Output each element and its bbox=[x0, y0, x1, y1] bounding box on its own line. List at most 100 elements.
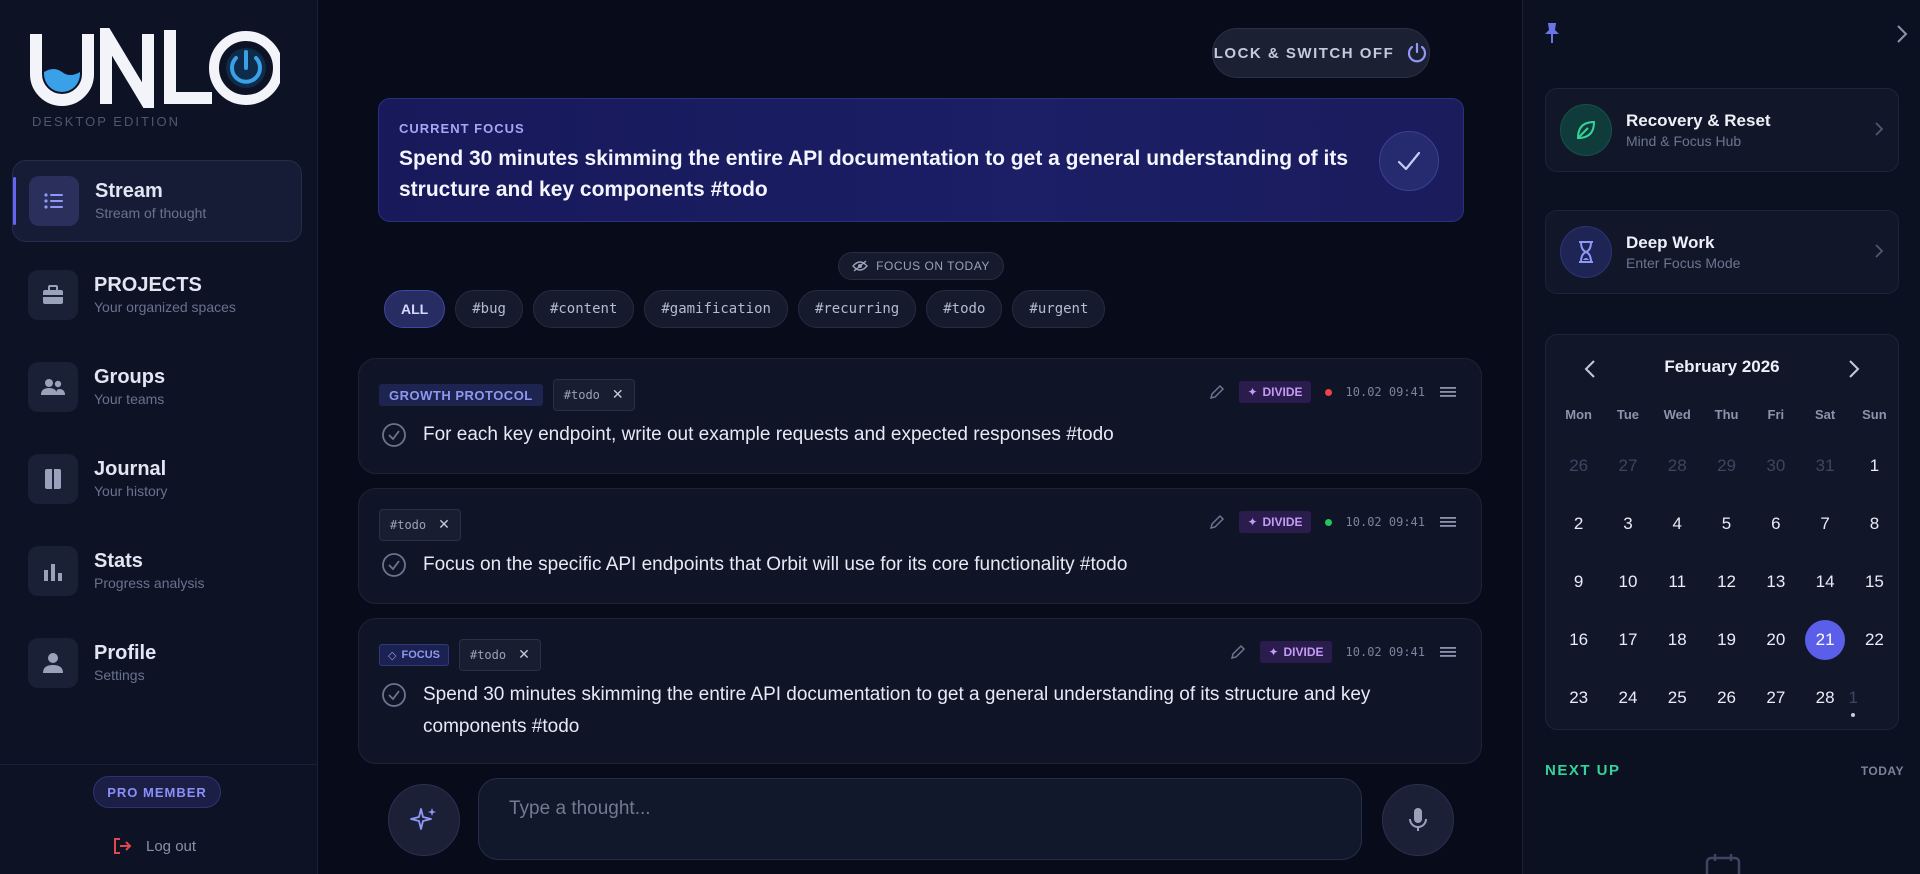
calendar-day-number: 29 bbox=[1717, 456, 1736, 475]
chevron-right-icon[interactable] bbox=[1896, 24, 1908, 44]
calendar-day[interactable]: 7 bbox=[1800, 495, 1849, 553]
calendar-day[interactable]: 16 bbox=[1554, 611, 1603, 669]
calendar-day[interactable]: 28 bbox=[1800, 669, 1849, 727]
briefcase-icon bbox=[28, 270, 78, 320]
divide-button[interactable]: ✦ DIVIDE bbox=[1260, 641, 1332, 663]
nav-item-groups[interactable]: Groups Your teams bbox=[12, 346, 302, 428]
filter-chip-all[interactable]: ALL bbox=[384, 290, 446, 328]
drag-handle-icon[interactable] bbox=[1439, 385, 1457, 399]
remove-tag-icon[interactable]: ✕ bbox=[438, 517, 450, 533]
calendar-day[interactable]: 21 bbox=[1800, 611, 1849, 669]
nav-subtitle: Stream of thought bbox=[95, 205, 207, 221]
calendar-day[interactable]: 25 bbox=[1653, 669, 1702, 727]
main-stream: LOCK & SWITCH OFF CURRENT FOCUS Spend 30… bbox=[318, 0, 1522, 874]
check-icon bbox=[1397, 151, 1421, 171]
thought-input[interactable] bbox=[479, 779, 1361, 839]
calendar-day[interactable]: 28 bbox=[1653, 437, 1702, 495]
calendar-day[interactable]: 30 bbox=[1751, 437, 1800, 495]
calendar-day[interactable]: 24 bbox=[1603, 669, 1652, 727]
calendar-day[interactable]: 17 bbox=[1603, 611, 1652, 669]
lock-switch-off-button[interactable]: LOCK & SWITCH OFF bbox=[1212, 28, 1430, 78]
sparkles-icon: ✦ bbox=[1247, 515, 1258, 529]
nav-item-projects[interactable]: PROJECTS Your organized spaces bbox=[12, 254, 302, 336]
calendar-day[interactable]: 8 bbox=[1850, 495, 1899, 553]
ai-assist-button[interactable] bbox=[388, 784, 460, 856]
nav-item-journal[interactable]: Journal Your history bbox=[12, 438, 302, 520]
calendar-day[interactable]: 10 bbox=[1603, 553, 1652, 611]
calendar-day[interactable]: 27 bbox=[1751, 669, 1800, 727]
task-checkbox-icon[interactable] bbox=[381, 552, 407, 578]
calendar-day[interactable]: 4 bbox=[1653, 495, 1702, 553]
task-text[interactable]: Focus on the specific API endpoints that… bbox=[423, 549, 1443, 581]
divide-button[interactable]: ✦ DIVIDE bbox=[1239, 381, 1311, 403]
remove-tag-icon[interactable]: ✕ bbox=[518, 647, 530, 663]
recovery-reset-card[interactable]: Recovery & Reset Mind & Focus Hub bbox=[1545, 88, 1899, 172]
calendar-day[interactable]: 14 bbox=[1800, 553, 1849, 611]
calendar-day[interactable]: 18 bbox=[1653, 611, 1702, 669]
edit-pencil-icon[interactable] bbox=[1230, 644, 1246, 660]
nav-title: Groups bbox=[94, 366, 166, 388]
focus-badge: ◇ FOCUS bbox=[379, 644, 449, 666]
weekday-label: Tue bbox=[1616, 407, 1640, 422]
divide-button[interactable]: ✦ DIVIDE bbox=[1239, 511, 1311, 533]
complete-focus-button[interactable] bbox=[1379, 131, 1439, 191]
calendar-day[interactable]: 12 bbox=[1702, 553, 1751, 611]
task-card: ◇ FOCUS #todo ✕ ✦ DIVIDE 10.02 09:41 Spe… bbox=[358, 618, 1482, 764]
calendar-day[interactable]: 29 bbox=[1702, 437, 1751, 495]
sidebar: DESKTOP EDITION Stream Stream of thought… bbox=[0, 0, 318, 874]
drag-handle-icon[interactable] bbox=[1439, 515, 1457, 529]
calendar-day[interactable]: 20 bbox=[1751, 611, 1800, 669]
calendar-day-number: 15 bbox=[1864, 572, 1884, 591]
edit-pencil-icon[interactable] bbox=[1209, 514, 1225, 530]
focus-on-today-toggle[interactable]: FOCUS ON TODAY bbox=[838, 252, 1004, 280]
calendar-day[interactable]: 11 bbox=[1653, 553, 1702, 611]
calendar-day[interactable]: 6 bbox=[1751, 495, 1800, 553]
focus-badge-label: FOCUS bbox=[401, 649, 440, 661]
calendar-day[interactable]: 31 bbox=[1800, 437, 1849, 495]
remove-tag-icon[interactable]: ✕ bbox=[612, 387, 624, 403]
deep-work-card[interactable]: Deep Work Enter Focus Mode bbox=[1545, 210, 1899, 294]
drag-handle-icon[interactable] bbox=[1439, 645, 1457, 659]
nav-title: PROJECTS bbox=[94, 274, 202, 296]
calendar-day[interactable]: 5 bbox=[1702, 495, 1751, 553]
list-icon bbox=[29, 176, 79, 226]
calendar-day[interactable]: 9 bbox=[1554, 553, 1603, 611]
calendar-day[interactable]: 2 bbox=[1554, 495, 1603, 553]
task-checkbox-icon[interactable] bbox=[381, 422, 407, 448]
calendar-day[interactable]: 27 bbox=[1603, 437, 1652, 495]
calendar-grid: Mon Tue Wed Thu Fri Sat Sun 26 27 28 29 30 31… bbox=[1554, 405, 1898, 727]
calendar-day[interactable]: 22 bbox=[1850, 611, 1899, 669]
calendar-day[interactable]: 15 bbox=[1850, 553, 1899, 611]
filter-chip-recurring[interactable]: #recurring bbox=[797, 290, 917, 328]
calendar-day[interactable]: 13 bbox=[1751, 553, 1800, 611]
edit-pencil-icon[interactable] bbox=[1209, 384, 1225, 400]
nav-item-profile[interactable]: Profile Settings bbox=[12, 622, 302, 704]
calendar-day[interactable]: 1 bbox=[1849, 669, 1858, 727]
filter-chip-urgent[interactable]: #urgent bbox=[1012, 290, 1106, 328]
filter-chip-bug[interactable]: #bug bbox=[455, 290, 523, 328]
weekday-label: Sun bbox=[1862, 407, 1887, 422]
filter-chip-todo[interactable]: #todo bbox=[926, 290, 1003, 328]
calendar-day[interactable]: 23 bbox=[1554, 669, 1603, 727]
task-text[interactable]: For each key endpoint, write out example… bbox=[423, 419, 1443, 451]
filter-chip-gamification[interactable]: #gamification bbox=[644, 290, 788, 328]
task-timestamp: 10.02 09:41 bbox=[1345, 515, 1425, 529]
voice-input-button[interactable] bbox=[1382, 784, 1454, 856]
next-month-icon[interactable] bbox=[1848, 359, 1860, 379]
calendar-day[interactable]: 1 bbox=[1850, 437, 1899, 495]
calendar-day-number: 21 bbox=[1805, 620, 1846, 660]
task-timestamp: 10.02 09:41 bbox=[1345, 645, 1425, 659]
logout-button[interactable]: Log out bbox=[112, 836, 196, 856]
calendar-day[interactable]: 26 bbox=[1554, 437, 1603, 495]
filter-chip-content[interactable]: #content bbox=[532, 290, 635, 328]
calendar-day[interactable]: 3 bbox=[1603, 495, 1652, 553]
nav-item-stream[interactable]: Stream Stream of thought bbox=[12, 160, 302, 242]
pin-icon[interactable] bbox=[1543, 22, 1561, 44]
calendar-day-number: 1 bbox=[1869, 456, 1880, 475]
calendar-day[interactable]: 26 bbox=[1702, 669, 1751, 727]
calendar-day[interactable]: 19 bbox=[1702, 611, 1751, 669]
task-text[interactable]: Spend 30 minutes skimming the entire API… bbox=[423, 679, 1443, 743]
task-checkbox-icon[interactable] bbox=[381, 682, 407, 708]
sparkles-icon: ✦ bbox=[1268, 645, 1279, 659]
nav-item-stats[interactable]: Stats Progress analysis bbox=[12, 530, 302, 612]
